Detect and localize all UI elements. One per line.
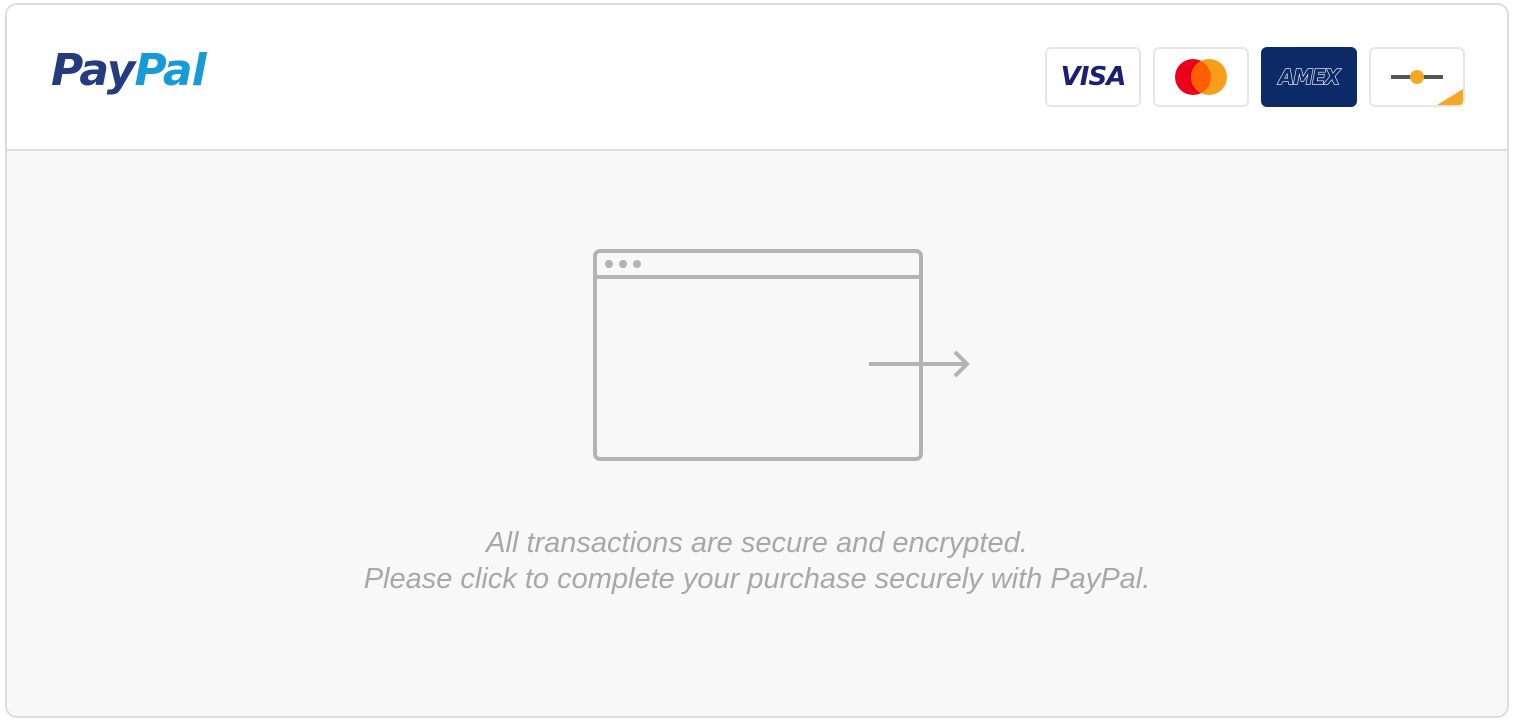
security-message-line-1: All transactions are secure and encrypte…	[486, 527, 1028, 559]
checkout-content[interactable]: All transactions are secure and encrypte…	[7, 151, 1507, 716]
generic-card-icon	[1369, 47, 1465, 107]
amex-label: AMEX	[1278, 64, 1341, 89]
visa-icon: VISA	[1045, 47, 1141, 107]
checkout-header: PayPal VISA AMEX	[7, 5, 1507, 151]
generic-card-graphic	[1391, 70, 1463, 105]
mastercard-icon	[1153, 47, 1249, 107]
paypal-logo: PayPal	[51, 49, 207, 93]
visa-label: VISA	[1060, 62, 1127, 92]
browser-redirect-icon	[587, 247, 987, 472]
paypal-checkout-card[interactable]: PayPal VISA AMEX All transactions are se…	[5, 3, 1509, 718]
accepted-payment-methods: VISA AMEX	[1045, 47, 1465, 107]
security-message-line-2: Please click to complete your purchase s…	[363, 563, 1151, 595]
paypal-logo-pal: Pal	[134, 45, 206, 96]
paypal-logo-pay: Pay	[51, 45, 135, 96]
mastercard-circles	[1175, 59, 1227, 95]
security-message: All transactions are secure and encrypte…	[7, 525, 1507, 597]
amex-icon: AMEX	[1261, 47, 1357, 107]
